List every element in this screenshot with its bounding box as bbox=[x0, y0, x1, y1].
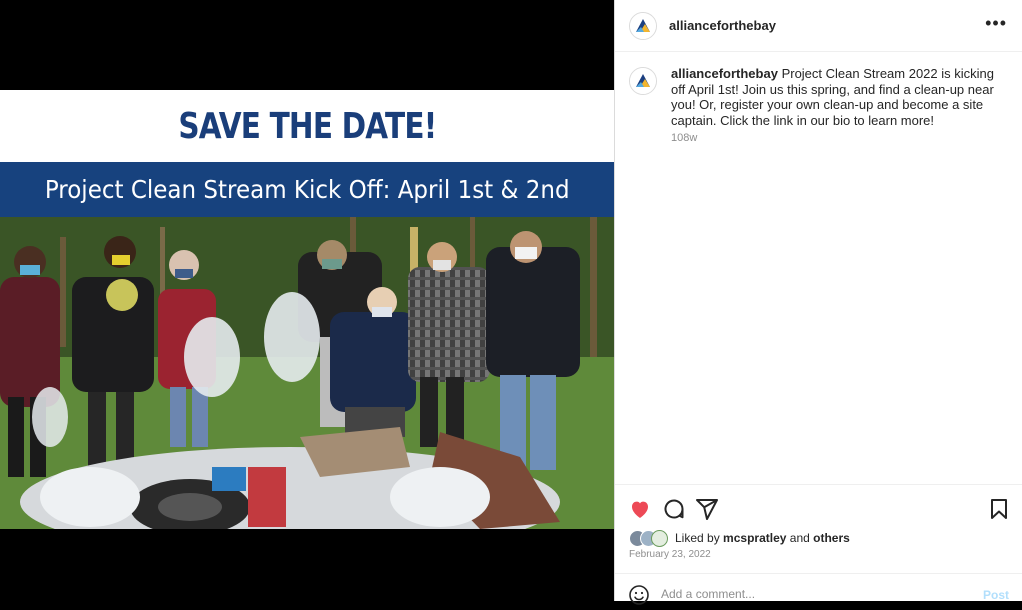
emoji-smile-icon[interactable] bbox=[629, 585, 649, 605]
send-icon[interactable] bbox=[695, 497, 719, 521]
volunteers-photo bbox=[0, 217, 614, 529]
caption-avatar[interactable] bbox=[629, 67, 657, 95]
comment-icon[interactable] bbox=[662, 497, 686, 521]
likes-others-link[interactable]: others bbox=[813, 531, 850, 545]
subheadline-banner: Project Clean Stream Kick Off: April 1st… bbox=[0, 162, 614, 217]
caption-username[interactable]: allianceforthebay bbox=[671, 66, 778, 81]
more-options-icon[interactable]: ••• bbox=[985, 13, 1007, 34]
subheadline-text: Project Clean Stream Kick Off: April 1st… bbox=[44, 175, 570, 204]
likes-text: Liked by mcspratley and others bbox=[675, 531, 850, 545]
likes-joiner: and bbox=[789, 531, 810, 545]
liker-avatar bbox=[651, 530, 668, 547]
headline-text: SAVE THE DATE! bbox=[177, 105, 437, 147]
post-media[interactable]: SAVE THE DATE! Project Clean Stream Kick… bbox=[0, 0, 614, 601]
header-username[interactable]: allianceforthebay bbox=[669, 18, 776, 33]
volunteers-illustration bbox=[0, 217, 614, 529]
post-sidebar: allianceforthebay ••• allianceforthebay … bbox=[614, 0, 1022, 605]
likes-summary[interactable]: Liked by mcspratley and others bbox=[629, 529, 1009, 547]
likes-prefix: Liked by bbox=[675, 531, 720, 545]
media-letterbox-bottom bbox=[0, 529, 614, 601]
headline-banner: SAVE THE DATE! bbox=[0, 90, 614, 162]
liker-avatars bbox=[629, 530, 675, 547]
heart-filled-icon[interactable] bbox=[628, 497, 652, 521]
author-avatar[interactable] bbox=[629, 12, 657, 40]
liker-username[interactable]: mcspratley bbox=[723, 531, 786, 545]
post-date: February 23, 2022 bbox=[629, 549, 711, 560]
bookmark-icon[interactable] bbox=[987, 497, 1011, 521]
post-header: allianceforthebay ••• bbox=[615, 0, 1022, 52]
action-bar bbox=[615, 484, 1022, 530]
comment-input[interactable] bbox=[661, 587, 961, 601]
post-comment-button[interactable]: Post bbox=[983, 588, 1009, 602]
media-letterbox-top bbox=[0, 0, 614, 90]
comment-bar: Post bbox=[615, 573, 1022, 605]
caption-body: allianceforthebay Project Clean Stream 2… bbox=[671, 66, 1001, 128]
mountain-logo-icon bbox=[630, 68, 656, 94]
mountain-logo-icon bbox=[630, 13, 656, 39]
caption-age: 108w bbox=[671, 132, 698, 144]
